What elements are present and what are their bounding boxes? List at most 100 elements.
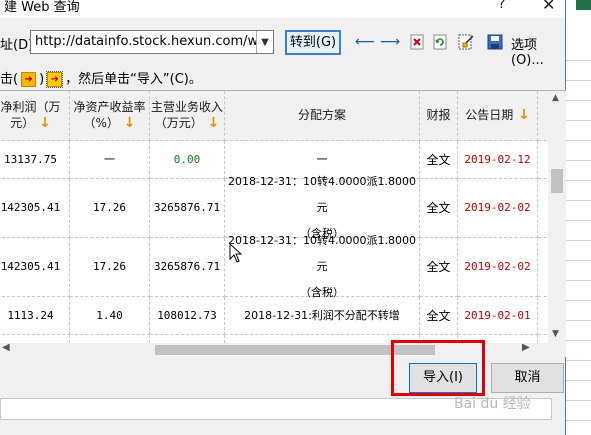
cell-value: 2019-02-02 <box>464 260 531 273</box>
scrollbar-corner <box>548 343 566 357</box>
table-cell-plan: 2018-12-31：10转4.0000派1.8000元 （含税） <box>225 234 420 299</box>
vertical-scrollbar[interactable]: ▲ ▼ <box>548 91 566 343</box>
scroll-down-icon[interactable]: ▼ <box>552 329 559 339</box>
table-cell-roe: 17.26 <box>70 238 150 297</box>
cell-value: 3265876.71 <box>153 260 221 273</box>
table-cell-overflow <box>538 335 548 343</box>
close-button[interactable]: ✕ <box>542 0 555 14</box>
header-roe: 净资产收益率（%） ↓ <box>70 91 150 141</box>
cell-value: 0.00 <box>173 152 201 166</box>
cell-value: 3265876.71 <box>153 201 221 214</box>
excel-gridline <box>566 320 591 321</box>
excel-gridline <box>566 60 591 61</box>
table-cell-date: 2019-02-12 <box>458 141 538 179</box>
new-web-query-dialog: 建 Web 查询 ? ✕ 址(D): http://datainfo.stock… <box>0 0 566 435</box>
table-cell-date: 2019-02-02 <box>458 238 538 297</box>
cell-value: 142305.41 <box>0 260 61 273</box>
data-table: 净利润（万元） ↓ 净资产收益率（%） ↓ 主营业务收入（万元） ↓ 分配方案 财报 公告… <box>0 91 548 343</box>
table-cell-report: 全文 <box>420 238 458 297</box>
cell-value[interactable]: 全文 <box>426 254 450 280</box>
scroll-right-icon[interactable]: ▶ <box>522 342 530 353</box>
watermark: Bai du 经验 <box>454 396 531 412</box>
selected-arrow-icon: ➜ <box>46 71 64 88</box>
cell-value: 108012.73 <box>157 308 217 322</box>
table-cell-revenue: 0.00 <box>150 141 225 179</box>
distribution-plan-text: 2018-12-31：10转4.0000派1.8000元 <box>228 175 416 214</box>
table-cell-overflow <box>538 179 548 238</box>
web-page-view[interactable]: 净利润（万元） ↓ 净资产收益率（%） ↓ 主营业务收入（万元） ↓ 分配方案 财报 公告… <box>0 90 566 357</box>
window-title: 建 Web 查询 <box>4 0 80 15</box>
excel-gridline <box>566 280 591 281</box>
options-button[interactable]: 选项(O)... <box>511 34 565 68</box>
sort-arrow-icon[interactable]: ↓ <box>119 115 136 131</box>
excel-ribbon-edge <box>576 0 591 10</box>
show-icons-icon[interactable] <box>457 32 477 52</box>
table-cell-overflow <box>538 238 548 297</box>
table-cell-revenue: 3265876.71 <box>150 238 225 297</box>
refresh-icon[interactable] <box>430 32 450 52</box>
header-overflow <box>538 91 548 141</box>
instruction-text: 击(➜) ➜ ，然后单击“导入”(C)。 <box>0 71 202 88</box>
table-cell-report: 全文 <box>420 141 458 179</box>
cell-value[interactable]: 全文 <box>426 195 450 221</box>
vertical-scroll-thumb[interactable] <box>551 169 563 193</box>
sort-arrow-icon[interactable]: ↓ <box>203 115 220 131</box>
table-cell-date: 2019-02-02 <box>458 179 538 238</box>
table-cell-net-profit: 142305.41 <box>0 238 70 297</box>
table-cell-net-profit: 13137.75 <box>0 141 70 179</box>
distribution-plan-text: 2018-12-31:利润不分配不转增 <box>244 308 400 322</box>
address-dropdown-button[interactable]: ▼ <box>256 31 273 53</box>
table-cell-plan: 2018-12-31:利润不分配不转增 <box>225 297 420 335</box>
header-distribution-plan: 分配方案 <box>225 91 420 141</box>
excel-background <box>566 0 591 435</box>
save-query-icon[interactable] <box>485 32 505 52</box>
excel-gridline <box>566 140 591 141</box>
excel-gridline <box>566 100 591 101</box>
table-cell-revenue: 77441.57 <box>150 335 225 343</box>
header-label: 公告日期 <box>465 108 514 122</box>
help-button[interactable]: ? <box>498 0 505 12</box>
scroll-left-icon[interactable]: ◀ <box>2 342 10 353</box>
address-value: http://datainfo.stock.hexun.com/whole <box>35 34 257 49</box>
sort-arrow-icon[interactable]: ↓ <box>513 107 530 123</box>
table-cell-net-profit: 4565.15 <box>0 335 70 343</box>
table-cell-revenue: 3265876.71 <box>150 179 225 238</box>
cell-value: 2019-02-01 <box>464 308 531 322</box>
instruction-middle: ，然后单击“导入”(C)。 <box>65 72 202 87</box>
cell-value: 142305.41 <box>0 201 61 214</box>
cell-value: 1.40 <box>96 308 123 322</box>
header-announce-date: 公告日期 ↓ <box>458 91 538 141</box>
stop-icon[interactable] <box>407 32 427 52</box>
excel-gridline <box>566 240 591 241</box>
header-net-profit: 净利润（万元） ↓ <box>0 91 70 141</box>
excel-gridline <box>566 120 591 121</box>
excel-gridline <box>566 180 591 181</box>
header-report: 财报 <box>420 91 458 141</box>
title-bar: 建 Web 查询 ? ✕ <box>0 0 565 18</box>
cell-value: 13137.75 <box>4 152 57 166</box>
cell-value: 17.26 <box>92 260 127 273</box>
go-button[interactable]: 转到(G) <box>285 30 341 55</box>
cell-value[interactable]: 全文 <box>426 147 450 173</box>
excel-gridline <box>566 340 591 341</box>
address-input[interactable]: http://datainfo.stock.hexun.com/whole ▼ <box>30 30 274 54</box>
scroll-up-icon[interactable]: ▲ <box>552 93 559 103</box>
cell-value: 1113.24 <box>7 308 54 322</box>
header-label: 财报 <box>426 108 451 122</box>
excel-gridline <box>566 400 591 401</box>
table-cell-revenue: 108012.73 <box>150 297 225 335</box>
table-cell-net-profit: 142305.41 <box>0 179 70 238</box>
cell-value: 17.26 <box>92 201 127 214</box>
sort-arrow-icon[interactable]: ↓ <box>34 115 51 131</box>
cancel-button[interactable]: 取消 <box>491 363 564 393</box>
chevron-down-icon: ▼ <box>261 36 269 48</box>
excel-gridline <box>566 220 591 221</box>
import-button[interactable]: 导入(I) <box>409 363 477 393</box>
cell-value[interactable]: 全文 <box>426 303 450 329</box>
excel-gridline <box>566 420 591 421</box>
cell-value: 一 <box>104 152 115 166</box>
header-label: 分配方案 <box>297 108 346 122</box>
distribution-plan-text: 2018-12-31：10转4.0000派1.8000元 <box>228 234 416 273</box>
forward-arrow-icon[interactable]: ⟶ <box>380 32 400 52</box>
back-arrow-icon[interactable]: ⟵ <box>355 32 375 52</box>
